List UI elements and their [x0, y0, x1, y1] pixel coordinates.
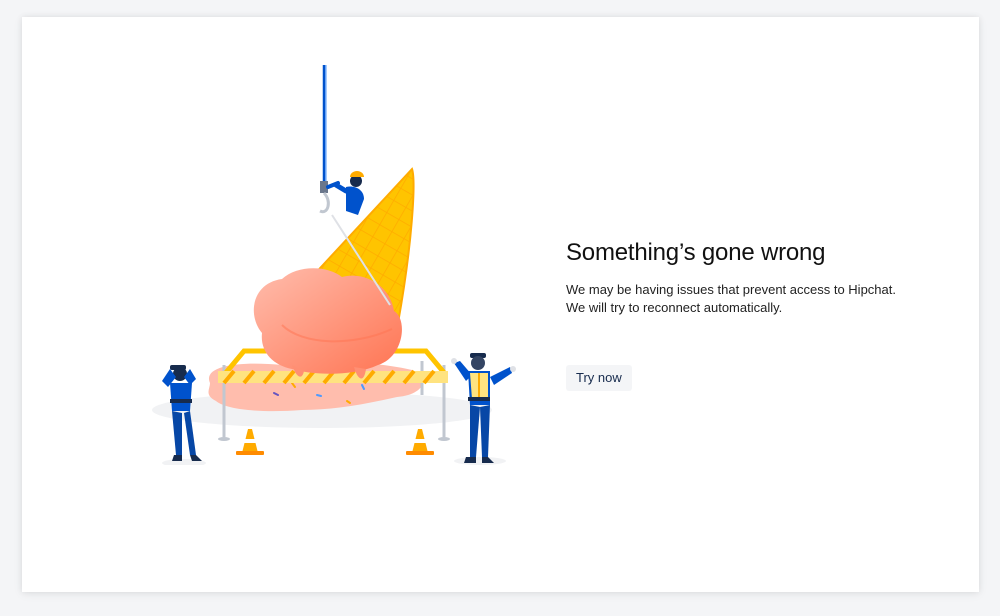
error-line-2: We will try to reconnect automatically. — [566, 300, 783, 315]
illustration-svg — [152, 65, 516, 467]
traffic-cone-left — [236, 429, 264, 455]
error-description: We may be having issues that prevent acc… — [566, 281, 946, 317]
melted-ice-cream-illustration — [132, 65, 522, 467]
error-title: Something’s gone wrong — [566, 239, 826, 266]
traffic-cone-right — [406, 429, 434, 455]
worker-on-rope — [326, 171, 364, 215]
error-message: Something’s gone wrong We may be having … — [566, 239, 946, 391]
try-now-button[interactable]: Try now — [566, 365, 632, 391]
error-line-1: We may be having issues that prevent acc… — [566, 282, 896, 297]
error-screen: Something’s gone wrong We may be having … — [22, 17, 979, 592]
